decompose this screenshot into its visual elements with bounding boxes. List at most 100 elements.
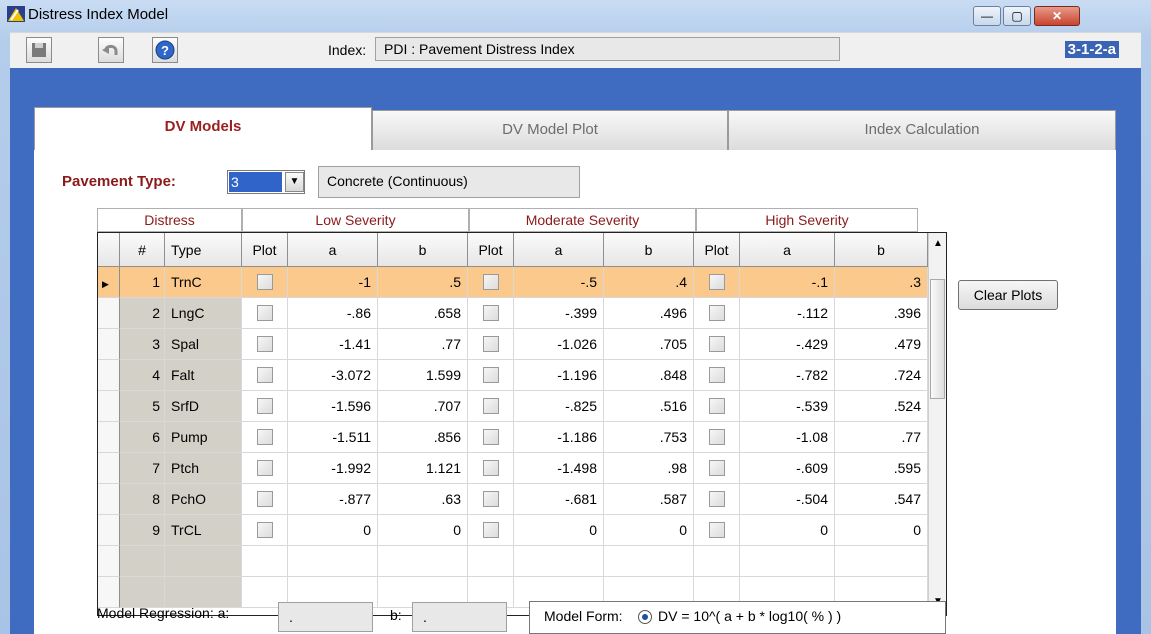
moderate-plot-checkbox[interactable] xyxy=(468,422,514,453)
moderate-plot-checkbox[interactable] xyxy=(468,267,514,298)
high-b-cell[interactable]: .524 xyxy=(835,391,928,422)
high-plot-checkbox[interactable] xyxy=(694,391,740,422)
moderate-b-cell[interactable]: .98 xyxy=(604,453,694,484)
moderate-a-cell[interactable]: -1.186 xyxy=(514,422,604,453)
table-row-empty[interactable] xyxy=(98,546,928,577)
table-row[interactable]: ▶ 1 TrnC -1.5 -.5.4 -.1.3 xyxy=(98,267,928,298)
col-header-num[interactable]: # xyxy=(120,233,165,267)
moderate-plot-checkbox[interactable] xyxy=(468,515,514,546)
checkbox-icon[interactable] xyxy=(708,460,725,477)
low-a-cell[interactable]: -3.072 xyxy=(288,360,378,391)
col-header-high-b[interactable]: b xyxy=(835,233,928,267)
row-indicator[interactable] xyxy=(98,391,120,422)
checkbox-icon[interactable] xyxy=(708,491,725,508)
high-b-cell[interactable]: .396 xyxy=(835,298,928,329)
high-a-cell[interactable]: 0 xyxy=(740,515,835,546)
row-indicator[interactable] xyxy=(98,422,120,453)
row-indicator[interactable] xyxy=(98,577,120,608)
moderate-plot-checkbox[interactable] xyxy=(468,298,514,329)
undo-icon[interactable] xyxy=(98,37,124,63)
moderate-plot-checkbox[interactable] xyxy=(468,484,514,515)
distress-grid[interactable]: # Type Plot a b Plot a b Plot a b ▶ 1 TrnC… xyxy=(97,232,947,616)
low-plot-checkbox[interactable] xyxy=(242,422,288,453)
row-indicator[interactable] xyxy=(98,546,120,577)
low-a-cell[interactable]: -1.511 xyxy=(288,422,378,453)
high-plot-checkbox[interactable] xyxy=(694,515,740,546)
checkbox-icon[interactable] xyxy=(256,460,273,477)
low-a-cell[interactable] xyxy=(288,546,378,577)
checkbox-icon[interactable] xyxy=(708,336,725,353)
low-a-cell[interactable]: -.86 xyxy=(288,298,378,329)
low-plot-checkbox[interactable] xyxy=(242,391,288,422)
row-indicator[interactable] xyxy=(98,484,120,515)
high-plot-checkbox[interactable] xyxy=(694,360,740,391)
minimize-button[interactable]: — xyxy=(973,6,1001,26)
table-row[interactable]: 2 LngC -.86.658 -.399.496 -.112.396 xyxy=(98,298,928,329)
pavement-type-select[interactable]: 3 ▼ xyxy=(227,170,305,194)
moderate-plot-checkbox[interactable] xyxy=(468,453,514,484)
moderate-plot-checkbox[interactable] xyxy=(468,360,514,391)
low-plot-checkbox[interactable] xyxy=(242,329,288,360)
high-a-cell[interactable]: -.429 xyxy=(740,329,835,360)
moderate-b-cell[interactable]: .753 xyxy=(604,422,694,453)
high-a-cell[interactable]: -.112 xyxy=(740,298,835,329)
chevron-down-icon[interactable]: ▼ xyxy=(285,172,304,192)
row-indicator[interactable] xyxy=(98,360,120,391)
checkbox-icon[interactable] xyxy=(482,367,499,384)
high-b-cell[interactable]: 0 xyxy=(835,515,928,546)
low-plot-checkbox[interactable] xyxy=(242,453,288,484)
checkbox-icon[interactable] xyxy=(482,336,499,353)
low-b-cell[interactable]: 1.599 xyxy=(378,360,468,391)
row-indicator[interactable] xyxy=(98,329,120,360)
high-b-cell[interactable]: .595 xyxy=(835,453,928,484)
table-row[interactable]: 9 TrCL 0 0 0 0 0 0 xyxy=(98,515,928,546)
col-header-low-a[interactable]: a xyxy=(288,233,378,267)
low-a-cell[interactable]: -1.596 xyxy=(288,391,378,422)
checkbox-icon[interactable] xyxy=(482,429,499,446)
checkbox-icon[interactable] xyxy=(708,429,725,446)
moderate-b-cell[interactable]: .496 xyxy=(604,298,694,329)
col-header-moderate-b[interactable]: b xyxy=(604,233,694,267)
checkbox-icon[interactable] xyxy=(482,305,499,322)
row-indicator[interactable] xyxy=(98,298,120,329)
checkbox-icon[interactable] xyxy=(256,429,273,446)
checkbox-icon[interactable] xyxy=(708,274,725,291)
checkbox-icon[interactable] xyxy=(256,367,273,384)
clear-plots-button[interactable]: Clear Plots xyxy=(958,280,1058,310)
high-plot-checkbox[interactable] xyxy=(694,546,740,577)
low-b-cell[interactable]: .707 xyxy=(378,391,468,422)
title-bar[interactable]: Distress Index Model — ▢ ✕ xyxy=(0,0,1151,30)
moderate-b-cell[interactable]: .705 xyxy=(604,329,694,360)
scroll-up-icon[interactable]: ▲ xyxy=(929,233,946,255)
high-b-cell[interactable]: .3 xyxy=(835,267,928,298)
checkbox-icon[interactable] xyxy=(708,522,725,539)
low-plot-checkbox[interactable] xyxy=(242,267,288,298)
regression-a-field[interactable]: . xyxy=(278,602,373,632)
high-plot-checkbox[interactable] xyxy=(694,298,740,329)
low-a-cell[interactable]: -1.992 xyxy=(288,453,378,484)
close-button[interactable]: ✕ xyxy=(1034,6,1080,26)
col-header-moderate-a[interactable]: a xyxy=(514,233,604,267)
checkbox-icon[interactable] xyxy=(708,367,725,384)
checkbox-icon[interactable] xyxy=(482,460,499,477)
checkbox-icon[interactable] xyxy=(482,491,499,508)
row-indicator[interactable]: ▶ xyxy=(98,267,120,298)
high-b-cell[interactable]: .547 xyxy=(835,484,928,515)
moderate-b-cell[interactable]: .848 xyxy=(604,360,694,391)
low-a-cell[interactable]: -1 xyxy=(288,267,378,298)
checkbox-icon[interactable] xyxy=(482,522,499,539)
tab-dv-model-plot[interactable]: DV Model Plot xyxy=(372,110,728,150)
high-a-cell[interactable]: -.782 xyxy=(740,360,835,391)
high-b-cell[interactable]: .479 xyxy=(835,329,928,360)
checkbox-icon[interactable] xyxy=(482,274,499,291)
checkbox-icon[interactable] xyxy=(256,522,273,539)
moderate-a-cell[interactable]: -.681 xyxy=(514,484,604,515)
col-header-moderate-plot[interactable]: Plot xyxy=(468,233,514,267)
moderate-plot-checkbox[interactable] xyxy=(468,329,514,360)
moderate-a-cell[interactable]: -.825 xyxy=(514,391,604,422)
table-row[interactable]: 4 Falt -3.072 1.599 -1.196.848 -.782.724 xyxy=(98,360,928,391)
checkbox-icon[interactable] xyxy=(708,398,725,415)
high-a-cell[interactable]: -.504 xyxy=(740,484,835,515)
low-a-cell[interactable]: -1.41 xyxy=(288,329,378,360)
table-row[interactable]: 5 SrfD -1.596.707 -.825.516 -.539.524 xyxy=(98,391,928,422)
